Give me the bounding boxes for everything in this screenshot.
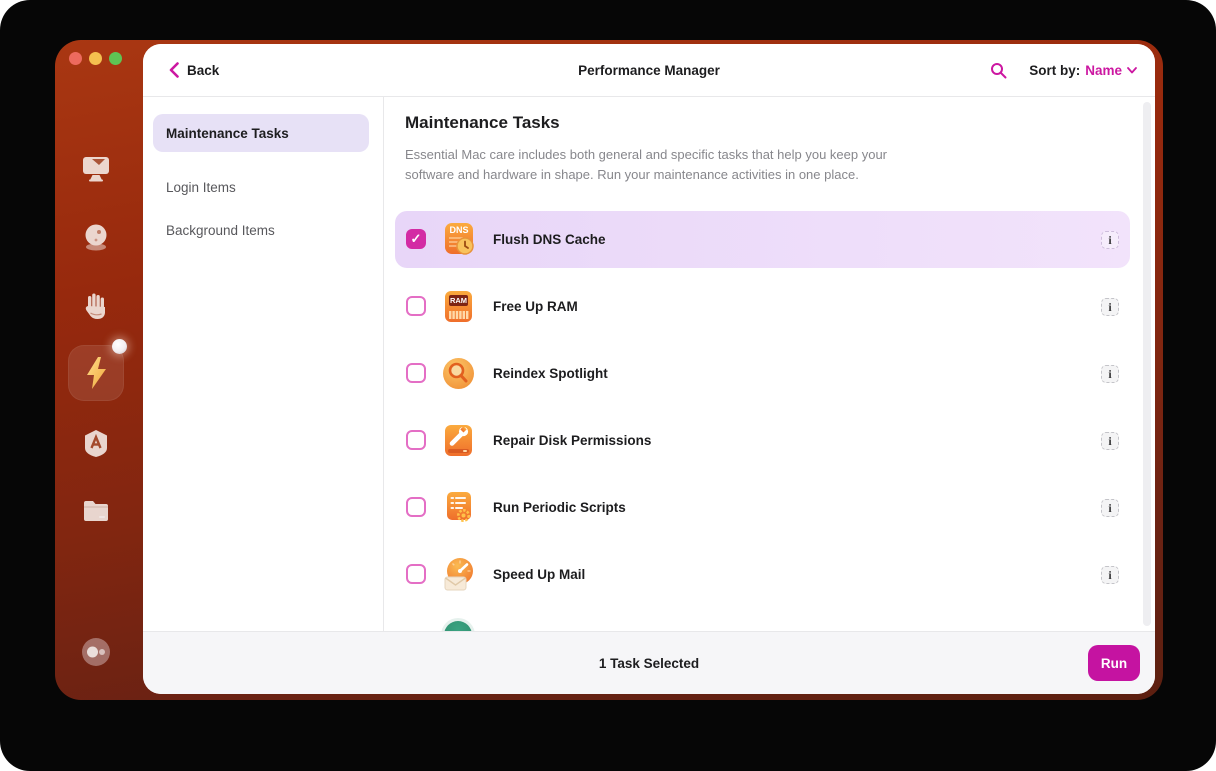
svg-text:DNS: DNS — [449, 225, 468, 235]
sort-label: Sort by: — [1029, 62, 1081, 78]
task-row-reindex-spotlight[interactable]: Reindex Spotlight i — [395, 345, 1130, 402]
info-button[interactable]: i — [1101, 231, 1119, 249]
task-row-run-periodic-scripts[interactable]: Run Periodic Scripts i — [395, 479, 1130, 536]
chevron-down-icon — [1127, 66, 1137, 73]
toolbar-divider — [143, 96, 1155, 97]
hand-icon[interactable] — [78, 288, 114, 324]
task-label: Speed Up Mail — [493, 567, 586, 582]
toolbar: Back Performance Manager Sort by: Name — [143, 44, 1155, 96]
dns-icon: DNS — [445, 223, 474, 255]
task-label: Repair Disk Permissions — [493, 433, 652, 448]
content-card: Back Performance Manager Sort by: Name M… — [143, 44, 1155, 694]
nav-label: Login Items — [166, 179, 236, 195]
mail-icon — [444, 558, 473, 591]
info-button[interactable]: i — [1101, 499, 1119, 517]
screen: Back Performance Manager Sort by: Name M… — [0, 0, 1216, 771]
task-checkbox[interactable] — [406, 430, 426, 450]
task-label: Free Up RAM — [493, 299, 578, 314]
sort-value: Name — [1085, 62, 1122, 78]
task-label: Run Periodic Scripts — [493, 500, 626, 515]
task-row-free-up-ram[interactable]: RAM Free Up RAM i — [395, 278, 1130, 335]
sort-dropdown[interactable]: Sort by: Name — [1029, 63, 1137, 78]
traffic-lights — [69, 52, 122, 65]
nav-label: Background Items — [166, 222, 275, 238]
notification-dot — [112, 339, 127, 354]
nav-label: Maintenance Tasks — [166, 125, 289, 141]
cleanup-ball-icon[interactable] — [78, 219, 114, 255]
disk-repair-icon — [445, 425, 472, 456]
app-window: Back Performance Manager Sort by: Name M… — [55, 40, 1163, 700]
search-icon[interactable] — [990, 62, 1007, 79]
info-button[interactable]: i — [1101, 566, 1119, 584]
scripts-icon — [447, 492, 471, 522]
imac-icon[interactable] — [78, 150, 114, 186]
svg-text:RAM: RAM — [450, 296, 467, 305]
zoom-window-button[interactable] — [109, 52, 122, 65]
sidebar-item-maintenance-tasks[interactable]: Maintenance Tasks — [153, 114, 369, 152]
spotlight-icon — [443, 358, 474, 389]
section-description: Essential Mac care includes both general… — [405, 147, 887, 182]
folder-icon[interactable] — [78, 493, 114, 529]
panel-divider — [383, 97, 384, 631]
task-label: Flush DNS Cache — [493, 232, 606, 247]
task-checkbox[interactable] — [406, 229, 426, 249]
scrollbar[interactable] — [1143, 102, 1151, 626]
close-window-button[interactable] — [69, 52, 82, 65]
task-checkbox[interactable] — [406, 296, 426, 316]
run-button[interactable]: Run — [1088, 645, 1140, 681]
task-row-speed-up-mail[interactable]: Speed Up Mail i — [395, 546, 1130, 603]
info-button[interactable]: i — [1101, 298, 1119, 316]
sidebar-item-login-items[interactable]: Login Items — [153, 168, 369, 206]
task-row-repair-disk-permissions[interactable]: Repair Disk Permissions i — [395, 412, 1130, 469]
task-checkbox[interactable] — [406, 497, 426, 517]
section-title: Maintenance Tasks — [405, 113, 560, 132]
applications-icon[interactable] — [78, 425, 114, 461]
selection-status: 1 Task Selected — [598, 656, 700, 671]
assistant-icon[interactable] — [78, 634, 114, 670]
minimize-window-button[interactable] — [89, 52, 102, 65]
task-row-flush-dns-cache[interactable]: DNS Flush DNS Cache i — [395, 211, 1130, 268]
sidebar-item-background-items[interactable]: Background Items — [153, 211, 369, 249]
info-button[interactable]: i — [1101, 432, 1119, 450]
footer-bar: 1 Task Selected Run — [143, 631, 1155, 694]
task-checkbox[interactable] — [406, 564, 426, 584]
ram-icon: RAM — [445, 291, 472, 322]
task-checkbox[interactable] — [406, 363, 426, 383]
info-button[interactable]: i — [1101, 365, 1119, 383]
task-label: Reindex Spotlight — [493, 366, 608, 381]
task-list: DNS Flush DNS Cache i RAM — [395, 211, 1130, 613]
